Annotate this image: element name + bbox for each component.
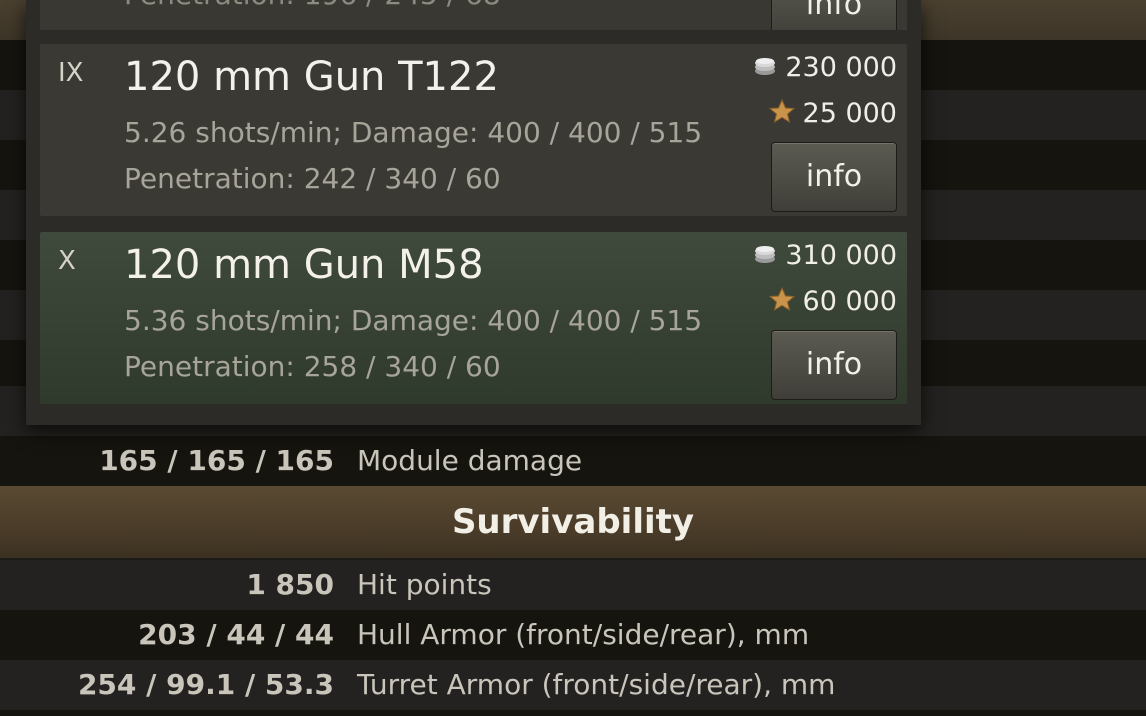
gun-penetration: Penetration: 196 / 245 / 68 bbox=[124, 0, 501, 11]
stat-row-turret-armor: 254 / 99.1 / 53.3 Turret Armor (front/si… bbox=[0, 660, 1146, 710]
survivability-section-header: Survivability bbox=[0, 486, 1146, 558]
stat-row-hit-points: 1 850 Hit points bbox=[0, 560, 1146, 610]
xp-value: 25 000 bbox=[802, 98, 897, 129]
stat-label: Hit points bbox=[357, 568, 492, 601]
gun-selection-popup: Penetration: 196 / 245 / 68 info IX 120 … bbox=[26, 0, 921, 425]
stat-row-module-damage: 165 / 165 / 165 Module damage bbox=[0, 436, 1146, 486]
gun-xp-price: 60 000 bbox=[768, 286, 897, 318]
stat-label: Module damage bbox=[357, 444, 583, 477]
gun-penetration: Penetration: 242 / 340 / 60 bbox=[124, 162, 501, 195]
gun-card-previous[interactable]: Penetration: 196 / 245 / 68 info bbox=[40, 0, 907, 30]
credits-value: 230 000 bbox=[785, 52, 897, 83]
info-button[interactable]: info bbox=[771, 142, 897, 212]
credits-value: 310 000 bbox=[785, 240, 897, 271]
stat-label: Turret Armor (front/side/rear), mm bbox=[357, 668, 836, 701]
xp-value: 60 000 bbox=[802, 286, 897, 317]
gun-penetration: Penetration: 258 / 340 / 60 bbox=[124, 350, 501, 383]
stat-value: 203 / 44 / 44 bbox=[138, 618, 334, 651]
gun-stats: 5.26 shots/min; Damage: 400 / 400 / 515 bbox=[124, 116, 703, 149]
survivability-title: Survivability bbox=[451, 502, 695, 542]
stat-value: 165 / 165 / 165 bbox=[99, 444, 334, 477]
info-button[interactable]: info bbox=[771, 330, 897, 400]
gun-tier: IX bbox=[58, 58, 84, 88]
gun-tier: X bbox=[58, 246, 76, 276]
star-icon bbox=[768, 98, 795, 130]
gun-name: 120 mm Gun T122 bbox=[124, 54, 499, 100]
gun-card-t122[interactable]: IX 120 mm Gun T122 5.26 shots/min; Damag… bbox=[40, 44, 907, 216]
gun-credits-price: 310 000 bbox=[753, 240, 897, 272]
stat-value: 1 850 bbox=[246, 568, 334, 601]
coin-stack-icon bbox=[753, 53, 777, 84]
star-icon bbox=[768, 286, 795, 318]
stat-label: Hull Armor (front/side/rear), mm bbox=[357, 618, 810, 651]
gun-card-m58[interactable]: X 120 mm Gun M58 5.36 shots/min; Damage:… bbox=[40, 232, 907, 404]
gun-credits-price: 230 000 bbox=[753, 52, 897, 84]
gun-name: 120 mm Gun M58 bbox=[124, 242, 484, 288]
stat-row-hull-armor: 203 / 44 / 44 Hull Armor (front/side/rea… bbox=[0, 610, 1146, 660]
coin-stack-icon bbox=[753, 241, 777, 272]
info-button[interactable]: info bbox=[771, 0, 897, 30]
stat-value: 254 / 99.1 / 53.3 bbox=[77, 668, 334, 701]
stat-row-band bbox=[0, 710, 1146, 716]
gun-stats: 5.36 shots/min; Damage: 400 / 400 / 515 bbox=[124, 304, 703, 337]
gun-xp-price: 25 000 bbox=[768, 98, 897, 130]
